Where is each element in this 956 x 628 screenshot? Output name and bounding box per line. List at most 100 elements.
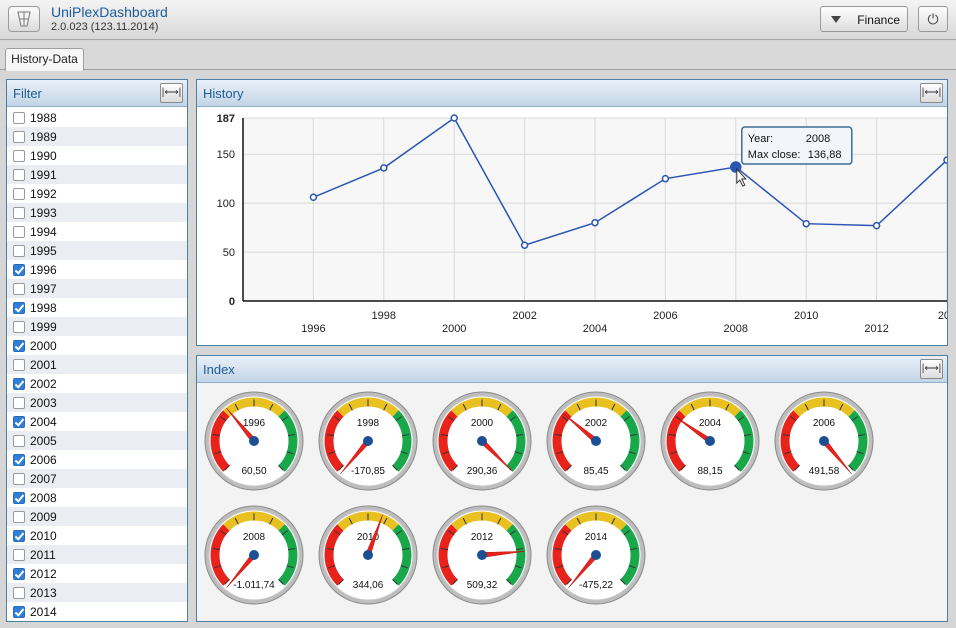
year-row-1989[interactable]: 1989 [7, 127, 187, 146]
year-label: 1995 [30, 244, 57, 258]
gauge-year-label: 2012 [471, 532, 494, 543]
expand-index-button[interactable]: |⟷| [920, 359, 943, 379]
year-row-2010[interactable]: 2010 [7, 526, 187, 545]
tab-history-data[interactable]: History-Data [5, 48, 84, 71]
year-checkbox[interactable] [13, 226, 25, 238]
year-row-1995[interactable]: 1995 [7, 241, 187, 260]
year-checkbox[interactable] [13, 568, 25, 580]
year-label: 2007 [30, 472, 57, 486]
year-row-1994[interactable]: 1994 [7, 222, 187, 241]
x-tick-label: 2006 [653, 310, 677, 322]
year-row-2014[interactable]: 2014 [7, 602, 187, 621]
year-label: 2005 [30, 434, 57, 448]
y-tick-label: 0 [229, 296, 235, 308]
gauge-hub [363, 550, 373, 560]
gauge-2010: 2010344,06 [318, 505, 418, 605]
year-row-1998[interactable]: 1998 [7, 298, 187, 317]
year-checkbox[interactable] [13, 169, 25, 181]
year-checkbox[interactable] [13, 397, 25, 409]
year-checkbox[interactable] [13, 359, 25, 371]
year-row-2009[interactable]: 2009 [7, 507, 187, 526]
year-row-1991[interactable]: 1991 [7, 165, 187, 184]
year-checkbox[interactable] [13, 131, 25, 143]
year-checkbox[interactable] [13, 302, 25, 314]
power-button[interactable]: ⏻ [918, 6, 948, 32]
year-checkbox[interactable] [13, 207, 25, 219]
year-checkbox[interactable] [13, 492, 25, 504]
year-row-2004[interactable]: 2004 [7, 412, 187, 431]
filter-panel: Filter |⟷| 1988 1989 1990 1991 1992 1993 1994 1… [6, 79, 188, 622]
year-label: 2006 [30, 453, 57, 467]
data-point[interactable] [730, 161, 742, 173]
gauge-hub [249, 436, 259, 446]
data-point[interactable] [380, 164, 388, 172]
year-checkbox[interactable] [13, 549, 25, 561]
year-checkbox[interactable] [13, 150, 25, 162]
gauge-value-label: -170,85 [351, 466, 385, 477]
year-row-2008[interactable]: 2008 [7, 488, 187, 507]
year-row-2002[interactable]: 2002 [7, 374, 187, 393]
year-checkbox[interactable] [13, 321, 25, 333]
year-checkbox[interactable] [13, 606, 25, 618]
app-title: UniPlexDashboard [51, 4, 168, 20]
gauge-value-label: 88,15 [697, 466, 722, 477]
data-point[interactable] [872, 221, 881, 230]
gauge-2012: 2012 509,32 [432, 505, 532, 605]
year-row-1988[interactable]: 1988 [7, 108, 187, 127]
gauge-value-label: 509,32 [467, 580, 498, 591]
year-row-1999[interactable]: 1999 [7, 317, 187, 336]
year-row-1992[interactable]: 1992 [7, 184, 187, 203]
year-checkbox[interactable] [13, 378, 25, 390]
year-row-2007[interactable]: 2007 [7, 469, 187, 488]
year-checkbox[interactable] [13, 473, 25, 485]
year-row-1997[interactable]: 1997 [7, 279, 187, 298]
finance-dropdown[interactable]: Finance [820, 6, 908, 32]
year-row-1990[interactable]: 1990 [7, 146, 187, 165]
year-checkbox[interactable] [13, 587, 25, 599]
year-row-2013[interactable]: 2013 [7, 583, 187, 602]
year-checkbox[interactable] [13, 416, 25, 428]
app-logo-icon[interactable] [8, 6, 40, 32]
data-point[interactable] [943, 156, 947, 164]
year-row-2012[interactable]: 2012 [7, 564, 187, 583]
year-row-2011[interactable]: 2011 [7, 545, 187, 564]
data-point[interactable] [309, 193, 318, 202]
year-row-1993[interactable]: 1993 [7, 203, 187, 222]
year-row-2003[interactable]: 2003 [7, 393, 187, 412]
year-row-2000[interactable]: 2000 [7, 336, 187, 355]
year-row-2005[interactable]: 2005 [7, 431, 187, 450]
expand-filter-button[interactable]: |⟷| [160, 83, 183, 103]
year-label: 2011 [30, 548, 56, 562]
year-checkbox[interactable] [13, 511, 25, 523]
year-checkbox[interactable] [13, 264, 25, 276]
year-row-2001[interactable]: 2001 [7, 355, 187, 374]
year-checkbox[interactable] [13, 112, 25, 124]
year-row-1996[interactable]: 1996 [7, 260, 187, 279]
year-label: 1991 [30, 168, 57, 182]
data-point[interactable] [802, 219, 810, 228]
history-panel-title: History [203, 86, 244, 101]
year-checkbox[interactable] [13, 188, 25, 200]
expand-history-button[interactable]: |⟷| [920, 83, 943, 103]
x-tick-label: 1996 [301, 323, 325, 335]
data-point[interactable] [661, 174, 670, 183]
year-label: 1990 [30, 149, 57, 163]
gauge-hub [591, 550, 601, 560]
year-checkbox[interactable] [13, 340, 25, 352]
gauge-year-label: 2000 [471, 418, 494, 429]
year-checkbox[interactable] [13, 283, 25, 295]
year-label: 2001 [30, 358, 57, 372]
year-checkbox[interactable] [13, 530, 25, 542]
data-point[interactable] [591, 218, 599, 227]
year-row-2006[interactable]: 2006 [7, 450, 187, 469]
finance-label: Finance [857, 13, 900, 27]
year-checkbox[interactable] [13, 454, 25, 466]
data-point[interactable] [520, 241, 529, 249]
year-label: 2004 [30, 415, 57, 429]
gauge-2014: 2014 -475,22 [546, 505, 646, 605]
year-checkbox[interactable] [13, 435, 25, 447]
x-tick-label: 2000 [442, 323, 466, 335]
year-checkbox[interactable] [13, 245, 25, 257]
data-point[interactable] [450, 114, 458, 122]
gauge-hub [249, 550, 259, 560]
